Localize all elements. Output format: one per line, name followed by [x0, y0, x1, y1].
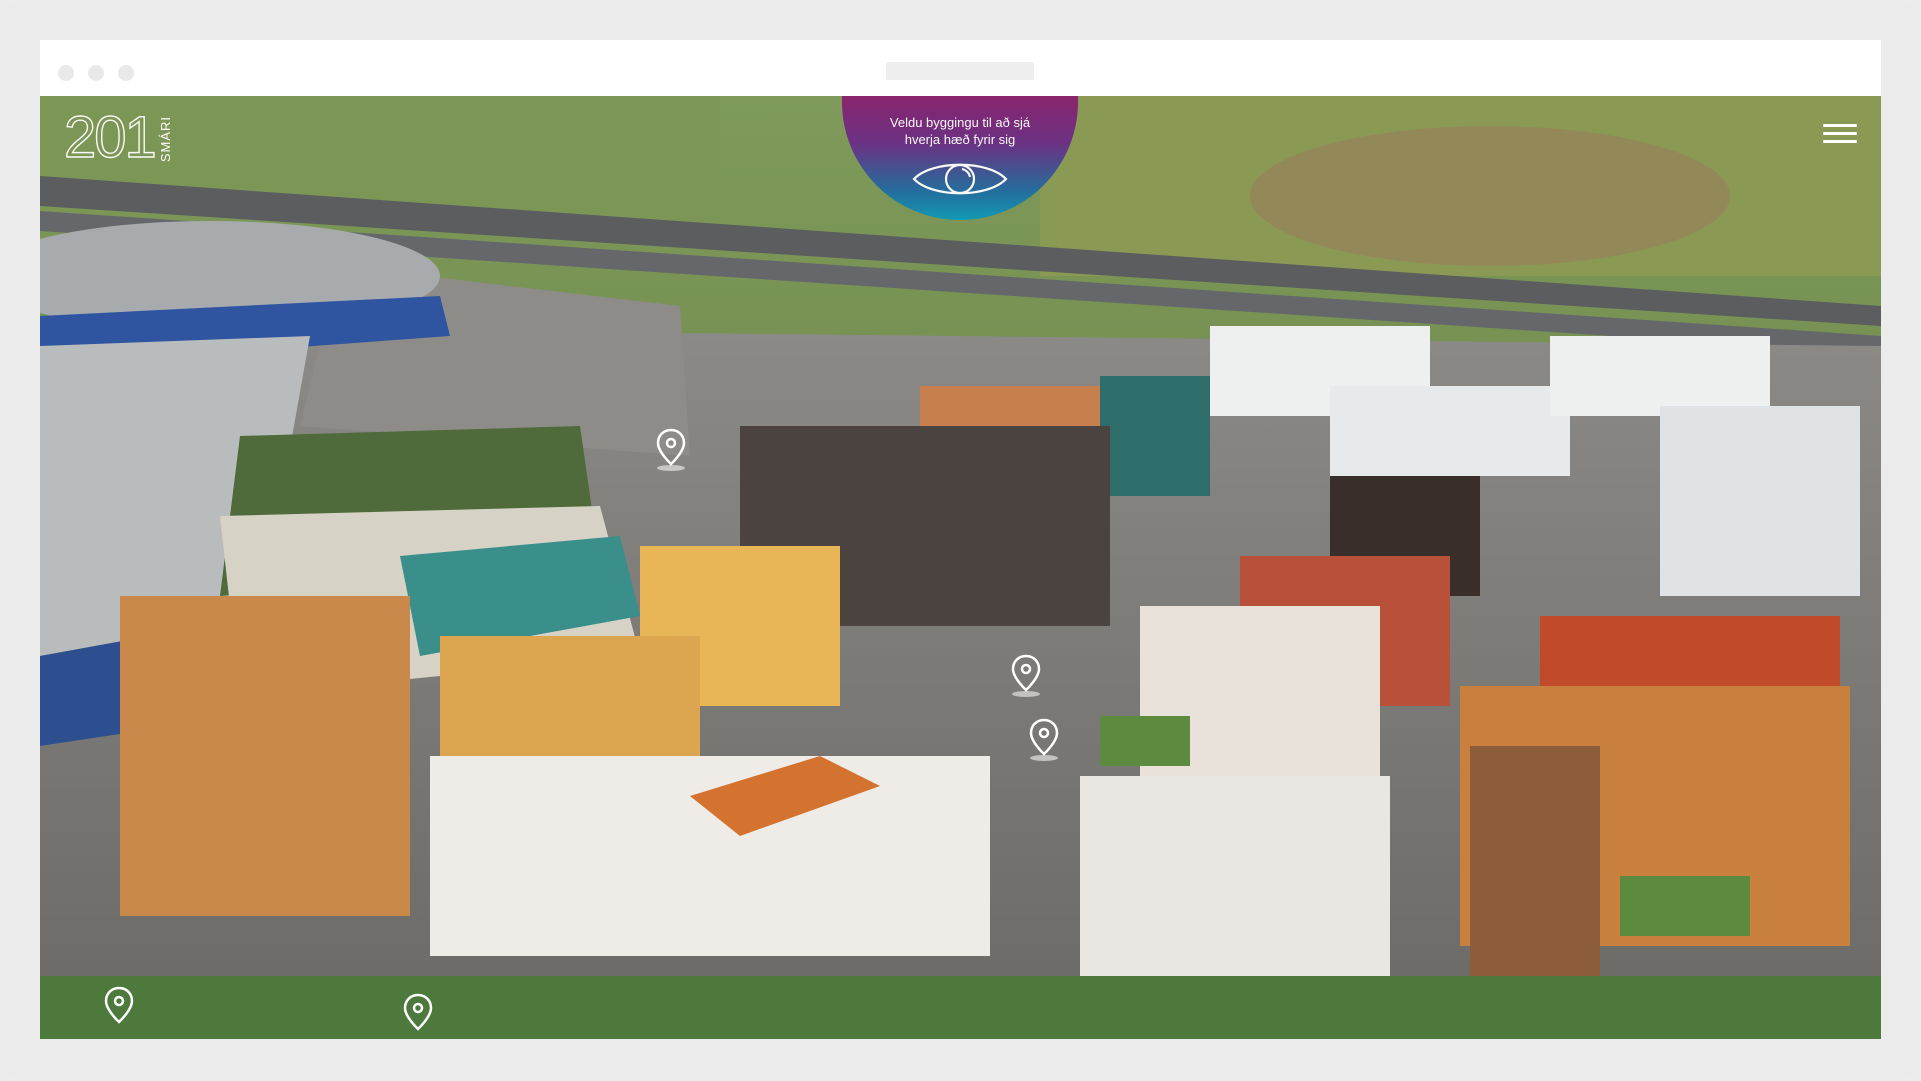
building-pin-icon[interactable] — [398, 991, 438, 1037]
window-minimize-dot[interactable] — [88, 65, 104, 81]
building-pin-icon[interactable] — [1006, 652, 1046, 698]
aerial-3d-view[interactable]: 201 SMÁRI Veldu byggingu til að sjá hver… — [40, 96, 1881, 1039]
building-pin-icon[interactable] — [651, 426, 691, 472]
building-pin-icon[interactable] — [99, 984, 139, 1030]
menu-bar — [1823, 132, 1857, 135]
window-maximize-dot[interactable] — [118, 65, 134, 81]
hint-line-2: hverja hæð fyrir sig — [904, 132, 1016, 147]
logo-word: SMÁRI — [157, 116, 173, 163]
logo-number: 201 — [63, 105, 157, 170]
browser-window: 201 SMÁRI Veldu byggingu til að sjá hver… — [40, 40, 1881, 1039]
menu-bar — [1823, 140, 1857, 143]
site-logo[interactable]: 201 SMÁRI — [63, 105, 173, 170]
menu-bar — [1823, 124, 1857, 127]
aerial-photo — [40, 96, 1881, 1039]
hint-line-1: Veldu byggingu til að sjá — [889, 115, 1031, 130]
eye-icon — [912, 163, 1008, 195]
address-bar[interactable] — [886, 62, 1034, 80]
browser-toolbar — [40, 40, 1881, 97]
hamburger-menu-icon[interactable] — [1823, 124, 1857, 144]
hint-text: Veldu byggingu til að sjá hverja hæð fyr… — [880, 96, 1040, 148]
device-frame: 201 SMÁRI Veldu byggingu til að sjá hver… — [0, 0, 1921, 1081]
building-pin-icon[interactable] — [1024, 716, 1064, 762]
window-close-dot[interactable] — [58, 65, 74, 81]
